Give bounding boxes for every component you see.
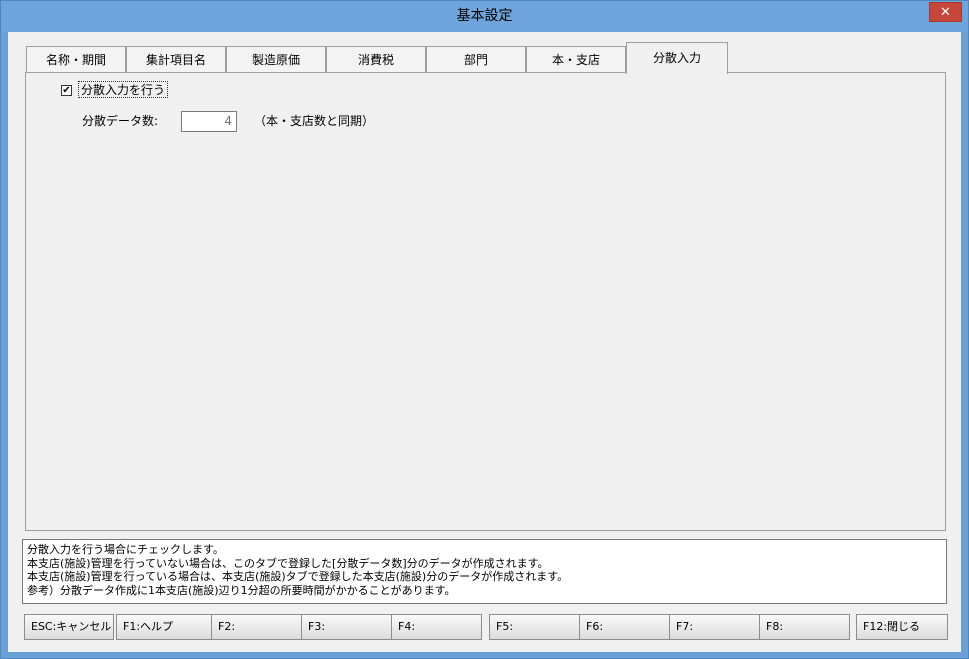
f2-button[interactable]: F2:	[211, 614, 302, 640]
help-line: 参考）分散データ作成に1本支店(施設)辺り1分超の所要時間がかかることがあります…	[27, 583, 456, 597]
f3-button[interactable]: F3:	[301, 614, 392, 640]
tab-branch[interactable]: 本・支店	[526, 46, 626, 72]
tab-consumption-tax[interactable]: 消費税	[326, 46, 426, 72]
tab-manufacturing-cost[interactable]: 製造原価	[226, 46, 326, 72]
distributed-count-label: 分散データ数:	[82, 114, 159, 128]
close-button[interactable]: ✕	[929, 2, 962, 22]
settings-window: 基本設定 ✕ 名称・期間 集計項目名 製造原価 消費税 部門 本・支店 分散入力…	[0, 0, 969, 659]
checkmark-icon: ✔	[62, 85, 71, 96]
help-line: 本支店(施設)管理を行っていない場合は、このタブで登録した[分散データ数]分のデ…	[27, 556, 549, 570]
f7-button[interactable]: F7:	[669, 614, 760, 640]
f5-button[interactable]: F5:	[489, 614, 580, 640]
tab-name-period[interactable]: 名称・期間	[26, 46, 126, 72]
distributed-input-checkbox[interactable]: ✔	[61, 85, 72, 96]
tab-department[interactable]: 部門	[426, 46, 526, 72]
f1-help-button[interactable]: F1:ヘルプ	[116, 614, 212, 640]
help-line: 本支店(施設)管理を行っている場合は、本支店(施設)タブで登録した本支店(施設)…	[27, 570, 569, 583]
distributed-count-input[interactable]: 4	[181, 111, 237, 132]
f4-button[interactable]: F4:	[391, 614, 482, 640]
distributed-input-checkbox-label[interactable]: 分散入力を行う	[78, 81, 169, 98]
f8-button[interactable]: F8:	[759, 614, 850, 640]
tab-summary-items[interactable]: 集計項目名	[126, 46, 226, 72]
tab-panel-distributed-input: ✔ 分散入力を行う 分散データ数: 4 （本・支店数と同期）	[25, 72, 946, 531]
window-title: 基本設定	[456, 8, 513, 24]
help-text-box: 分散入力を行う場合にチェックします。 本支店(施設)管理を行っていない場合は、こ…	[22, 539, 947, 604]
distributed-count-note: （本・支店数と同期）	[254, 114, 375, 128]
tab-distributed-input[interactable]: 分散入力	[626, 42, 728, 74]
dialog-client-area: 名称・期間 集計項目名 製造原価 消費税 部門 本・支店 分散入力 ✔ 分散入力…	[8, 32, 961, 652]
help-line: 分散入力を行う場合にチェックします。	[27, 543, 224, 556]
f6-button[interactable]: F6:	[579, 614, 670, 640]
close-icon: ✕	[940, 5, 951, 20]
title-bar[interactable]: 基本設定 ✕	[1, 1, 968, 32]
f12-close-button[interactable]: F12:閉じる	[856, 614, 948, 640]
esc-cancel-button[interactable]: ESC:キャンセル	[24, 614, 114, 640]
